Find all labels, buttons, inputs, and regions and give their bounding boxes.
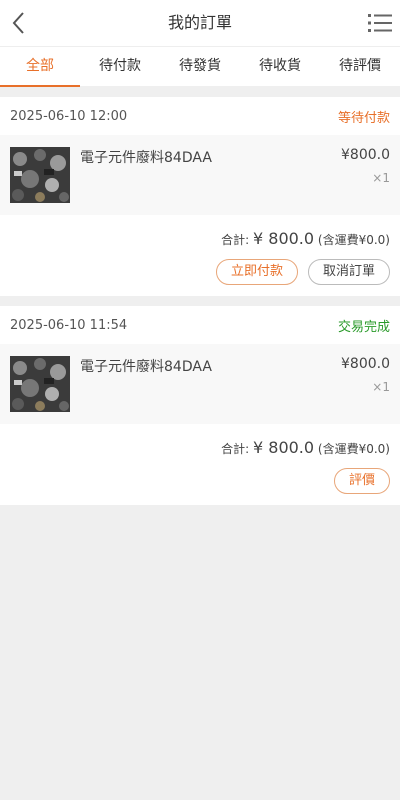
order-total: 合計: ¥ 800.0 (含運費¥0.0) — [0, 424, 400, 468]
orders-page: 我的訂單 全部 待付款 待發貨 待收貨 待評價 2025-06-10 12:00… — [0, 0, 400, 800]
order-date: 2025-06-10 12:00 — [10, 108, 128, 124]
product-price: ¥800.0 — [341, 147, 390, 163]
order-card: 2025-06-10 12:00 等待付款 電子元件廢料84DAA ¥800.0… — [0, 97, 400, 296]
tab-pending-shipment[interactable]: 待發貨 — [160, 47, 240, 86]
order-status: 交易完成 — [337, 319, 390, 335]
order-header: 2025-06-10 12:00 等待付款 — [0, 97, 400, 135]
order-tabs: 全部 待付款 待發貨 待收貨 待評價 — [0, 46, 400, 87]
tab-pending-review[interactable]: 待評價 — [320, 47, 400, 86]
total-amount: ¥ 800.0 — [253, 229, 315, 248]
product-name: 電子元件廢料84DAA — [80, 359, 212, 375]
total-label: 合計: — [221, 233, 250, 247]
tab-pending-payment[interactable]: 待付款 — [80, 47, 160, 86]
product-price: ¥800.0 — [341, 356, 390, 372]
top-bar: 我的訂單 — [0, 0, 400, 46]
order-actions: 立即付款 取消訂單 — [0, 259, 400, 305]
product-quantity: ×1 — [372, 380, 390, 394]
order-item[interactable]: 電子元件廢料84DAA ¥800.0 ×1 — [0, 135, 400, 215]
order-actions: 評價 — [0, 468, 400, 514]
cancel-order-button[interactable]: 取消訂單 — [307, 259, 390, 285]
product-quantity: ×1 — [372, 171, 390, 185]
product-thumbnail[interactable] — [10, 147, 70, 203]
shipping-note: (含運費¥0.0) — [317, 442, 390, 456]
order-total: 合計: ¥ 800.0 (含運費¥0.0) — [0, 215, 400, 259]
order-header: 2025-06-10 11:54 交易完成 — [0, 306, 400, 344]
tab-all[interactable]: 全部 — [0, 47, 80, 87]
page-title: 我的訂單 — [167, 13, 232, 32]
order-item[interactable]: 電子元件廢料84DAA ¥800.0 ×1 — [0, 344, 400, 424]
shipping-note: (含運費¥0.0) — [317, 233, 390, 247]
total-amount: ¥ 800.0 — [253, 438, 315, 457]
total-label: 合計: — [221, 442, 250, 456]
review-button[interactable]: 評價 — [333, 468, 390, 494]
list-menu-icon[interactable] — [368, 13, 392, 33]
order-status: 等待付款 — [337, 110, 390, 126]
order-date: 2025-06-10 11:54 — [10, 317, 128, 333]
pay-now-button[interactable]: 立即付款 — [215, 259, 298, 285]
product-name: 電子元件廢料84DAA — [80, 150, 212, 166]
product-thumbnail[interactable] — [10, 356, 70, 412]
order-card: 2025-06-10 11:54 交易完成 電子元件廢料84DAA ¥800.0… — [0, 306, 400, 505]
tab-pending-receipt[interactable]: 待收貨 — [240, 47, 320, 86]
